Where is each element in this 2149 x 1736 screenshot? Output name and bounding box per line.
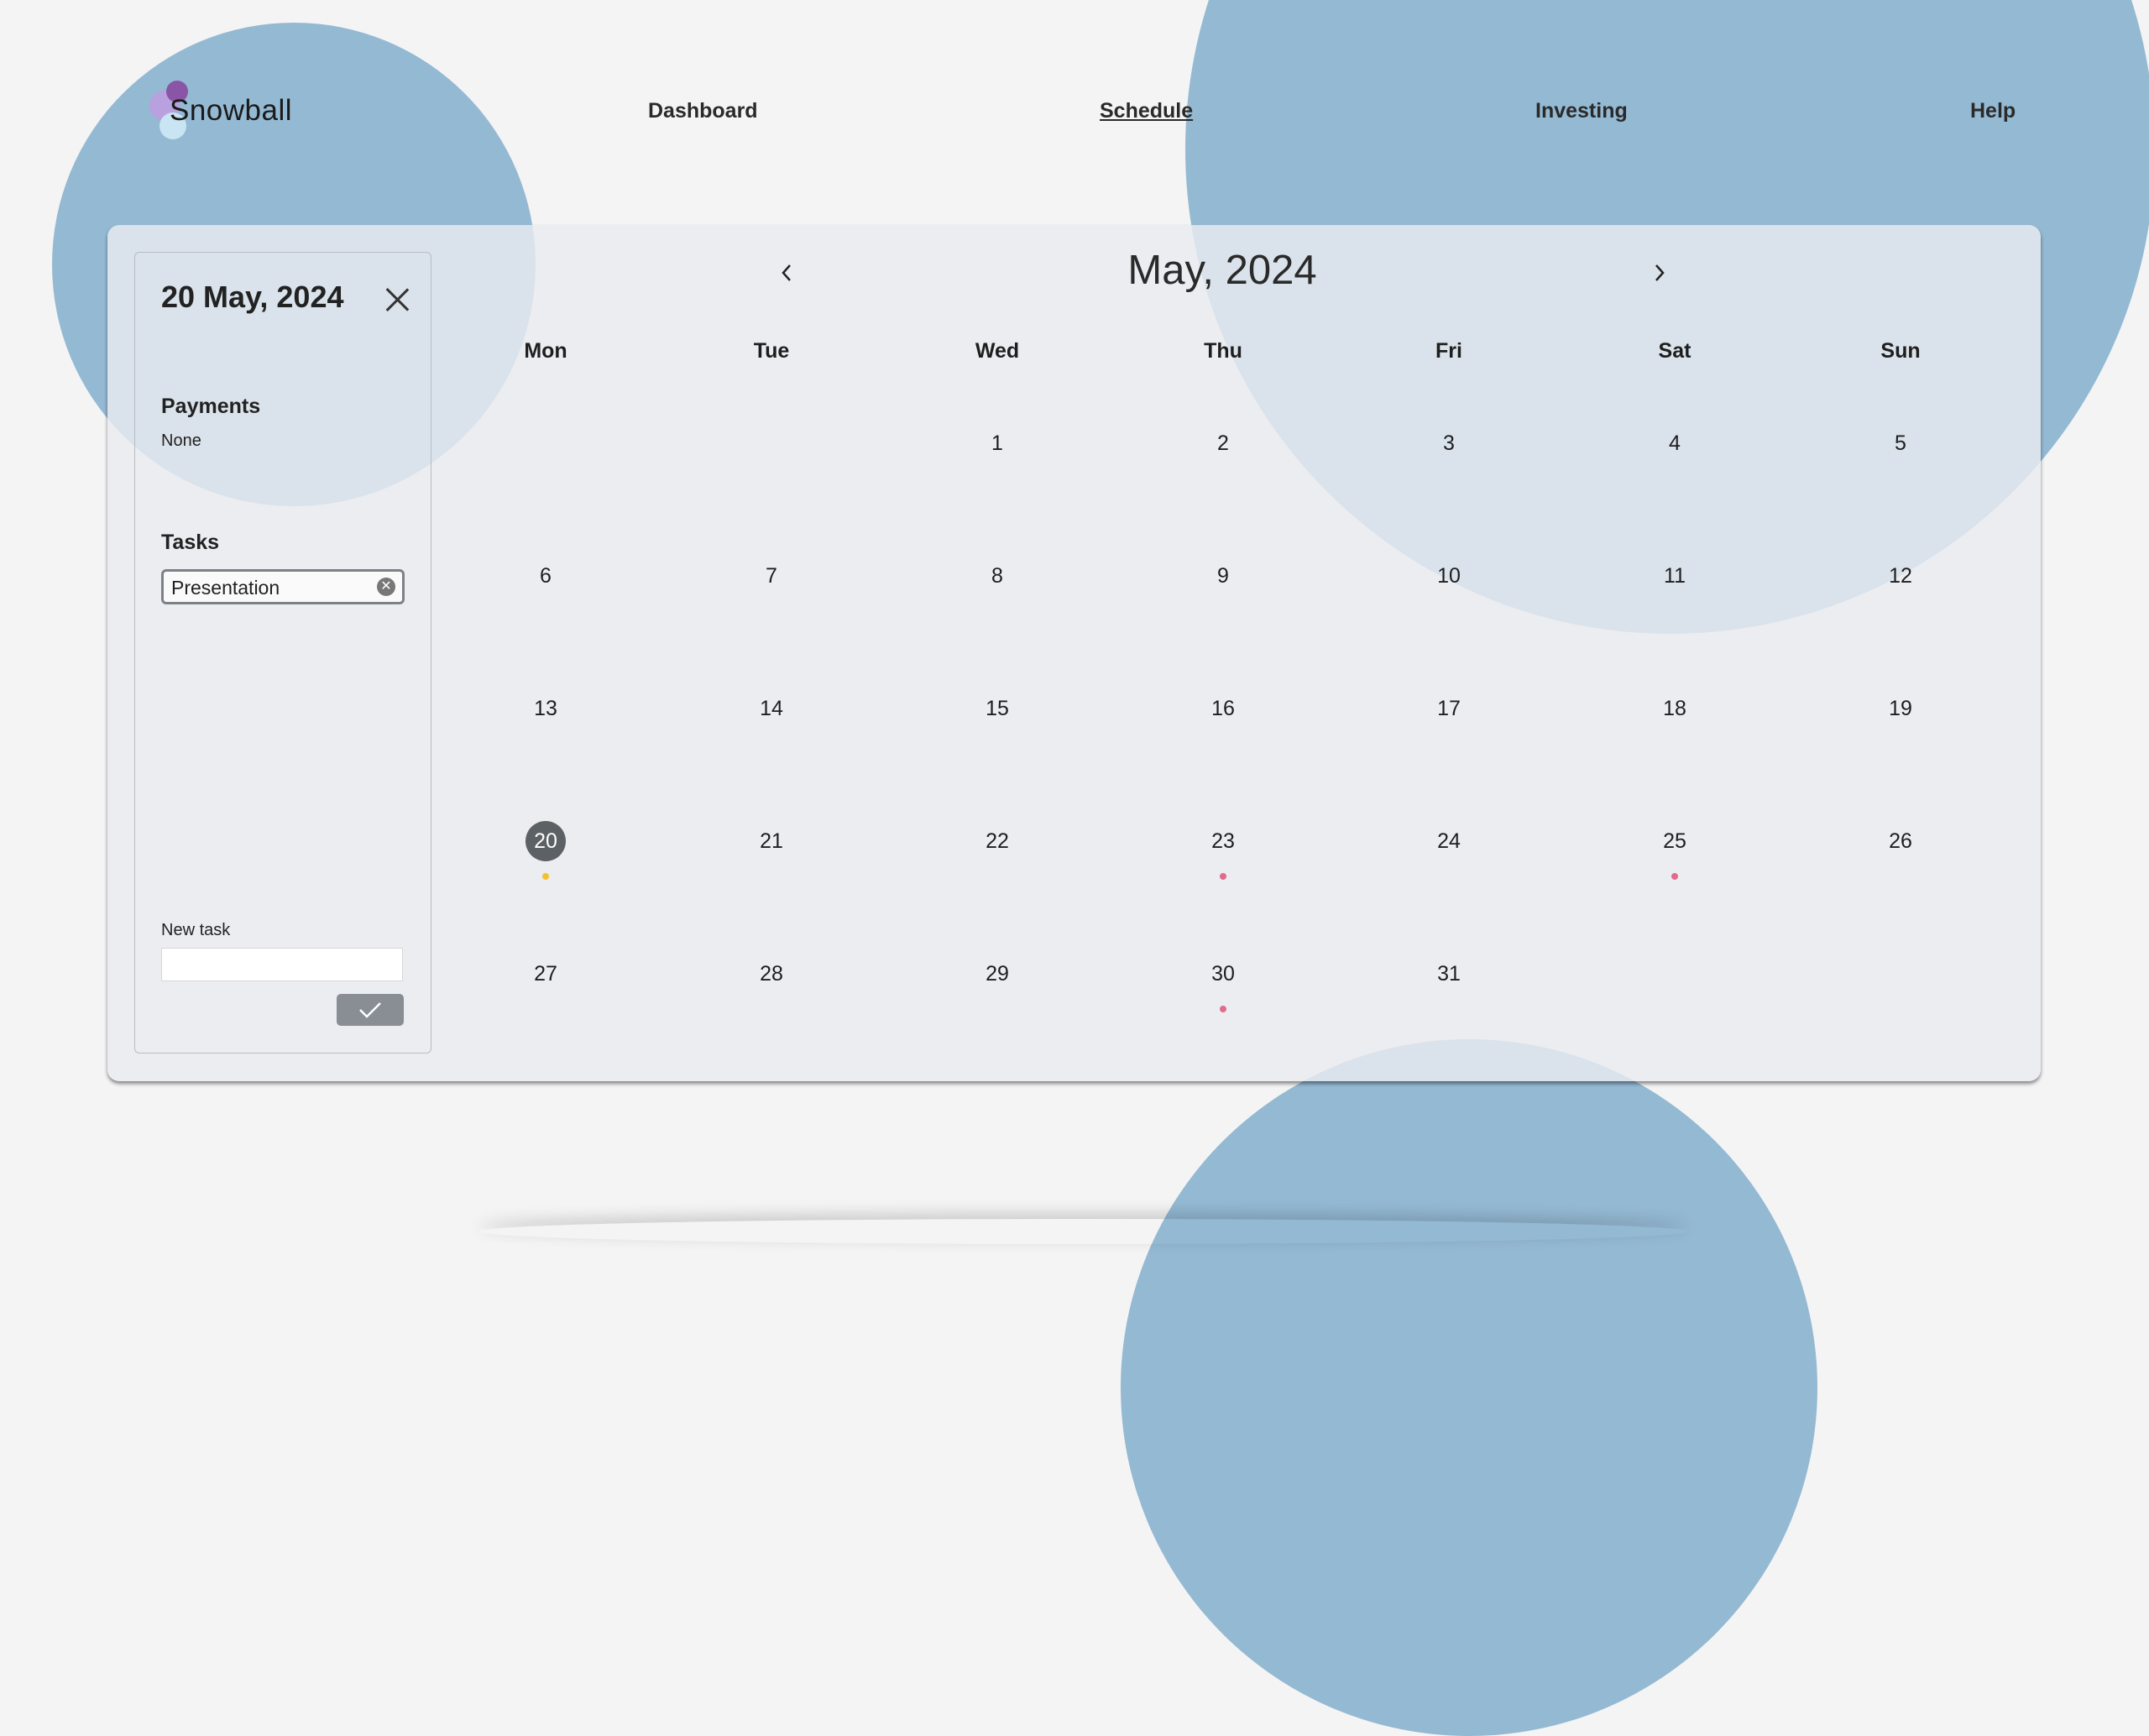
day-number: 1: [991, 431, 1003, 455]
next-month-button[interactable]: [1647, 260, 1672, 285]
day-number: 15: [986, 697, 1009, 720]
calendar-day-23[interactable]: 23: [1198, 821, 1248, 861]
day-number: 5: [1895, 431, 1906, 455]
calendar-day-17[interactable]: 17: [1424, 688, 1474, 729]
day-number: 24: [1437, 829, 1461, 853]
day-number: 16: [1211, 697, 1235, 720]
day-number: 12: [1889, 564, 1912, 588]
calendar-day-30[interactable]: 30: [1198, 954, 1248, 994]
remove-task-icon[interactable]: ✕: [377, 578, 395, 596]
calendar-day-12[interactable]: 12: [1875, 556, 1926, 596]
chevron-left-icon: [782, 264, 791, 281]
day-number: 22: [986, 829, 1009, 853]
day-number: 10: [1437, 564, 1461, 588]
day-number: 19: [1889, 697, 1912, 720]
nav-schedule[interactable]: Schedule: [1100, 99, 1193, 123]
prev-month-button[interactable]: [774, 260, 799, 285]
task-label: Presentation: [171, 577, 280, 599]
panel-date: 20 May, 2024: [161, 280, 344, 314]
day-number: 11: [1664, 564, 1686, 588]
day-number: 26: [1889, 829, 1912, 853]
payments-value: None: [161, 431, 201, 450]
calendar-day-7[interactable]: 7: [746, 556, 797, 596]
day-number: 17: [1437, 697, 1461, 720]
calendar-day-11[interactable]: 11: [1650, 556, 1700, 596]
calendar-day-4[interactable]: 4: [1650, 423, 1700, 463]
calendar-day-24[interactable]: 24: [1424, 821, 1474, 861]
day-number: 8: [991, 564, 1003, 588]
calendar-day-19[interactable]: 19: [1875, 688, 1926, 729]
calendar-day-21[interactable]: 21: [746, 821, 797, 861]
day-number: 18: [1663, 697, 1686, 720]
weekday-label-tue: Tue: [753, 339, 790, 363]
day-number: 25: [1663, 829, 1686, 853]
month-title: May, 2024: [1127, 248, 1317, 293]
calendar-day-22[interactable]: 22: [972, 821, 1022, 861]
weekday-label-fri: Fri: [1435, 339, 1462, 363]
calendar-day-27[interactable]: 27: [520, 954, 571, 994]
payments-heading: Payments: [161, 395, 261, 418]
calendar-day-15[interactable]: 15: [972, 688, 1022, 729]
calendar-day-2[interactable]: 2: [1198, 423, 1248, 463]
weekday-label-thu: Thu: [1204, 339, 1242, 363]
calendar-day-16[interactable]: 16: [1198, 688, 1248, 729]
day-number: 30: [1211, 962, 1235, 986]
calendar-day-3[interactable]: 3: [1424, 423, 1474, 463]
decorative-shadow: [478, 1219, 1687, 1244]
day-number: 27: [534, 962, 557, 986]
calendar-day-13[interactable]: 13: [520, 688, 571, 729]
event-marker-dot: [1220, 1006, 1226, 1012]
day-number: 23: [1211, 829, 1235, 853]
weekday-label-sat: Sat: [1658, 339, 1691, 363]
day-number: 9: [1217, 564, 1229, 588]
day-number: 28: [760, 962, 783, 986]
event-marker-dot: [1220, 873, 1226, 880]
day-number: 31: [1437, 962, 1461, 986]
weekday-label-mon: Mon: [524, 339, 567, 363]
checkmark-icon: [359, 1002, 381, 1018]
day-number: 6: [540, 564, 552, 588]
calendar-day-9[interactable]: 9: [1198, 556, 1248, 596]
logo-text: Snowball: [170, 94, 293, 127]
event-marker-dot: [542, 873, 549, 880]
day-number: 20: [525, 821, 566, 861]
calendar-day-28[interactable]: 28: [746, 954, 797, 994]
nav-dashboard[interactable]: Dashboard: [648, 99, 758, 123]
close-icon[interactable]: [382, 285, 412, 315]
calendar-day-31[interactable]: 31: [1424, 954, 1474, 994]
decorative-blob: [1121, 1039, 1817, 1736]
day-number: 7: [766, 564, 777, 588]
calendar-day-8[interactable]: 8: [972, 556, 1022, 596]
calendar-day-14[interactable]: 14: [746, 688, 797, 729]
calendar-day-26[interactable]: 26: [1875, 821, 1926, 861]
add-task-button[interactable]: [337, 994, 404, 1026]
tasks-heading: Tasks: [161, 531, 220, 554]
task-chip[interactable]: Presentation ✕: [161, 569, 405, 604]
nav-investing[interactable]: Investing: [1535, 99, 1628, 123]
new-task-label: New task: [161, 921, 231, 939]
nav-help[interactable]: Help: [1970, 99, 2016, 123]
day-number: 14: [760, 697, 783, 720]
calendar-day-10[interactable]: 10: [1424, 556, 1474, 596]
day-detail-panel: 20 May, 2024 Payments None Tasks Present…: [134, 252, 431, 1054]
day-number: 4: [1669, 431, 1681, 455]
calendar-day-18[interactable]: 18: [1650, 688, 1700, 729]
calendar-day-1[interactable]: 1: [972, 423, 1022, 463]
calendar-day-5[interactable]: 5: [1875, 423, 1926, 463]
chevron-right-icon: [1655, 264, 1665, 281]
calendar-day-25[interactable]: 25: [1650, 821, 1700, 861]
day-number: 3: [1443, 431, 1455, 455]
day-number: 13: [534, 697, 557, 720]
logo[interactable]: Snowball: [149, 79, 301, 141]
calendar-day-6[interactable]: 6: [520, 556, 571, 596]
weekday-label-sun: Sun: [1880, 339, 1921, 363]
day-number: 21: [760, 829, 783, 853]
event-marker-dot: [1671, 873, 1678, 880]
day-number: 29: [986, 962, 1009, 986]
new-task-input[interactable]: [161, 948, 403, 981]
calendar-day-20[interactable]: 20: [520, 821, 571, 861]
calendar-day-29[interactable]: 29: [972, 954, 1022, 994]
weekday-label-wed: Wed: [975, 339, 1020, 363]
day-number: 2: [1217, 431, 1229, 455]
